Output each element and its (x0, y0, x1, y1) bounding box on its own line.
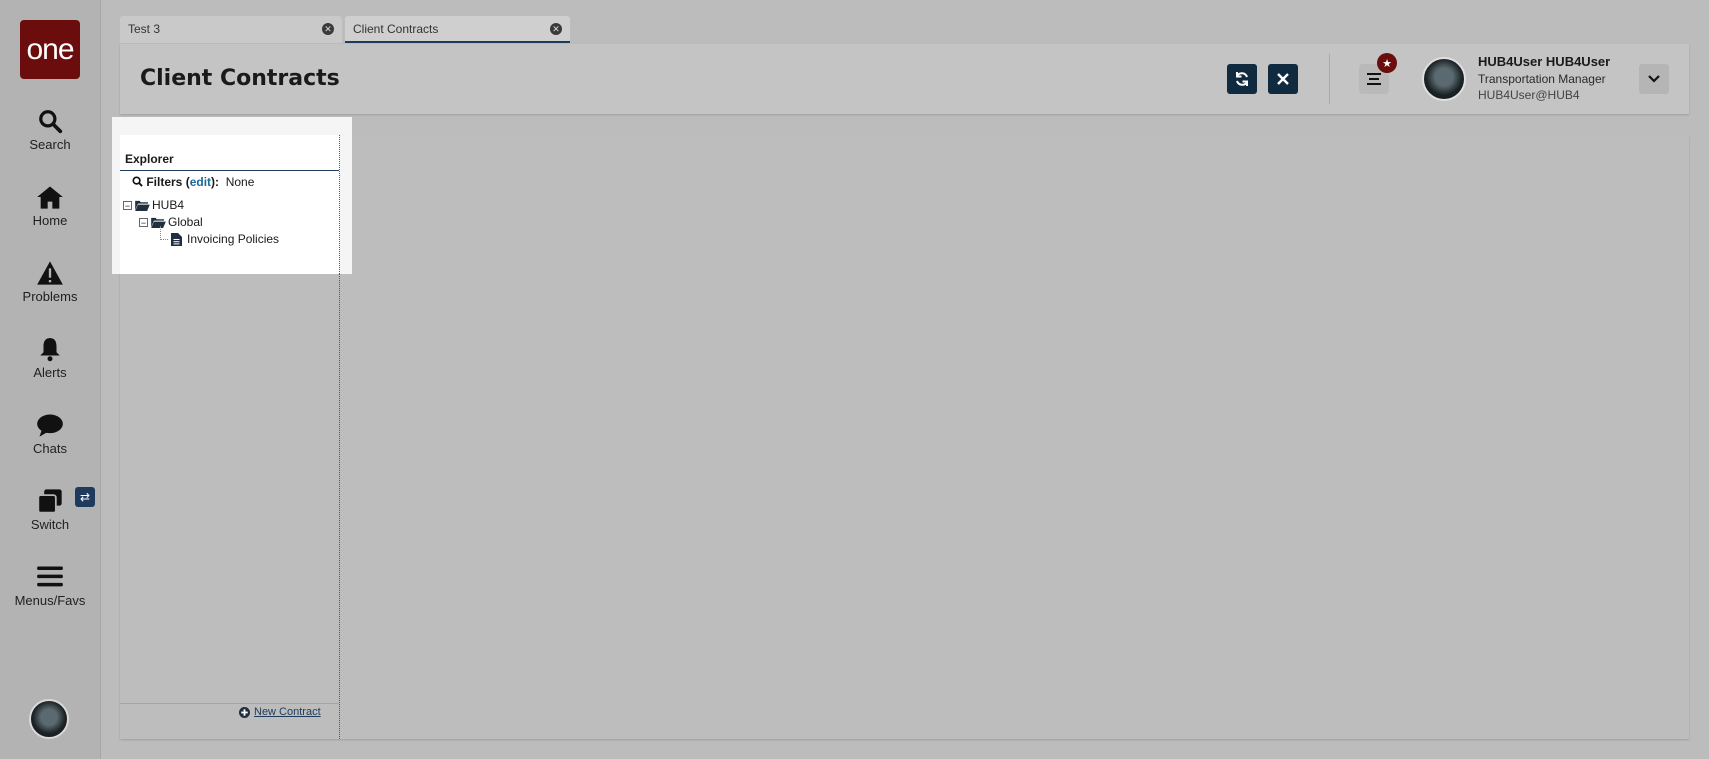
search-icon (132, 176, 143, 187)
tab-client-contracts-label: Client Contracts (353, 22, 439, 36)
nav-search-label: Search (29, 137, 71, 152)
footer-divider (120, 703, 339, 704)
header-divider (1329, 54, 1330, 104)
user-avatar[interactable] (1422, 57, 1466, 101)
user-email: HUB4User@HUB4 (1478, 88, 1580, 102)
user-menu-button[interactable] (1639, 64, 1669, 94)
page-title: Client Contracts (140, 66, 340, 91)
warning-icon (37, 261, 63, 285)
page-header: Client Contracts ★ HUB4User HUB4User Tra… (120, 44, 1689, 114)
plus-circle-icon (239, 706, 250, 718)
tab-test-3-label: Test 3 (128, 22, 161, 36)
tree-connector (160, 239, 168, 241)
avatar[interactable] (29, 699, 69, 739)
filters-edit-link[interactable]: edit (190, 175, 211, 189)
explorer-divider (120, 170, 339, 171)
chevron-down-icon (1648, 75, 1660, 83)
filters-value: None (225, 175, 255, 189)
new-contract-row: New Contract (239, 706, 321, 718)
explorer-panel: Explorer Filters (edit): None − HUB4 − G… (120, 135, 340, 274)
menu-icon (37, 566, 63, 587)
sidebar: one Search Home Problems Alerts Chats Sw… (0, 0, 101, 759)
folder-open-icon (151, 217, 166, 228)
search-icon (39, 110, 63, 134)
star-badge-icon: ★ (1377, 53, 1397, 73)
tree-node-label: HUB4 (152, 198, 185, 212)
nav-chats-label: Chats (33, 441, 67, 456)
tree-node-hub4[interactable]: − HUB4 (123, 198, 184, 212)
tree-node-label: Invoicing Policies (187, 232, 280, 246)
nav-problems-label: Problems (22, 289, 78, 304)
nav-switch-label: Switch (30, 517, 70, 532)
document-icon (171, 232, 182, 246)
nav-home[interactable]: Home (0, 184, 100, 228)
refresh-icon (1236, 72, 1248, 86)
nav-menus-favs[interactable]: Menus/Favs (0, 564, 100, 608)
close-icon[interactable]: ✕ (550, 23, 562, 35)
nav-alerts[interactable]: Alerts (0, 336, 100, 380)
content-area (120, 135, 1689, 739)
close-icon[interactable]: ✕ (322, 23, 334, 35)
new-contract-link[interactable]: New Contract (254, 706, 321, 718)
switch-badge-icon[interactable]: ⇄ (75, 487, 95, 507)
nav-problems[interactable]: Problems (0, 260, 100, 304)
list-icon (1367, 73, 1381, 85)
close-button[interactable] (1268, 64, 1298, 94)
nav-menus-favs-label: Menus/Favs (14, 593, 86, 608)
nav-home-label: Home (32, 213, 68, 228)
bell-icon (40, 338, 60, 362)
tree-node-global[interactable]: − Global (139, 215, 203, 229)
tree-connector (160, 226, 162, 240)
tree-node-label: Global (168, 215, 203, 229)
chat-icon (37, 414, 63, 437)
nav-search[interactable]: Search (0, 108, 100, 152)
nav-alerts-label: Alerts (33, 365, 67, 380)
home-icon (37, 186, 63, 209)
tree-node-invoicing-policies[interactable]: Invoicing Policies (171, 232, 279, 246)
user-role: Transportation Manager (1478, 72, 1606, 86)
close-icon (1277, 73, 1289, 85)
filters-row: Filters (edit): None (132, 175, 254, 189)
explorer-title: Explorer (125, 152, 174, 166)
tab-client-contracts[interactable]: Client Contracts ✕ (345, 16, 570, 43)
nav-chats[interactable]: Chats (0, 412, 100, 456)
one-logo[interactable]: one (20, 20, 80, 79)
collapse-icon[interactable]: − (123, 200, 132, 210)
switch-icon (37, 489, 62, 514)
filters-label: Filters (146, 175, 183, 189)
user-name: HUB4User HUB4User (1478, 54, 1611, 69)
folder-open-icon (135, 200, 150, 211)
tab-test-3[interactable]: Test 3 ✕ (120, 16, 342, 43)
refresh-button[interactable] (1227, 64, 1257, 94)
collapse-icon[interactable]: − (139, 217, 148, 227)
